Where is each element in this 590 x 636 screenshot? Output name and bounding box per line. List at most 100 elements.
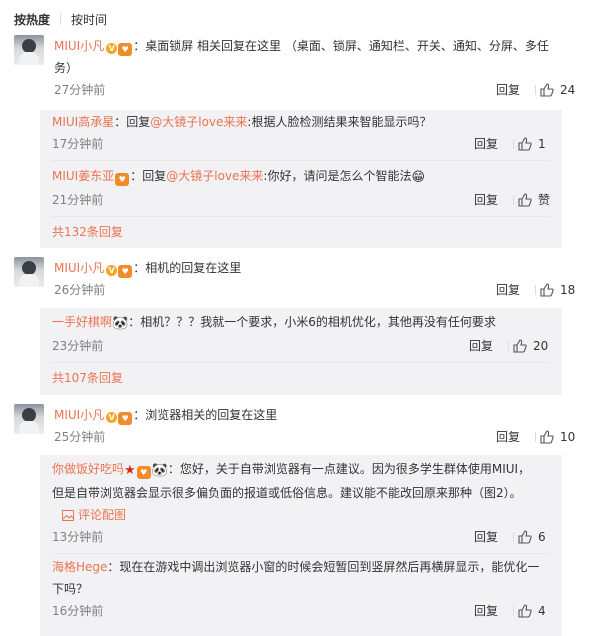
like-button[interactable]: 1 [518,133,546,155]
like-button[interactable]: 18 [540,279,575,301]
thumbs-up-icon [518,137,532,151]
username-link[interactable]: MIUI姜东亚 [52,169,114,183]
reply-body-cont: 下吗？ [52,582,89,596]
sort-by-hot-tab[interactable]: 按热度 [14,11,50,28]
comment-time: 25分钟前 [54,430,106,444]
reply-button[interactable]: 回复 [496,79,520,101]
fan-badge-icon: ♥ [118,265,133,278]
thumbs-up-icon [540,430,554,444]
like-count: 4 [538,604,546,618]
reply-body: :你好，请问是怎么个智能法 [263,169,412,183]
like-count: 18 [560,283,576,297]
comment-time: 27分钟前 [54,83,106,97]
comment-body: ：桌面锁屏 相关回复在这里 （桌面、锁屏、通知栏、开关、通知、分屏、多任 [133,39,549,53]
avatar[interactable] [14,35,44,65]
comment-image-link[interactable]: 评论配图 [52,504,550,526]
username-link[interactable]: MIUI高承星 [52,115,114,129]
reply-button[interactable]: 回复 [474,189,498,211]
username-link[interactable]: MIUI小凡 [54,261,104,275]
thumbs-up-icon [518,193,532,207]
panda-emoji-icon: 🐼 [151,463,168,478]
reply-time: 16分钟前 [52,604,104,618]
like-count: 1 [538,137,546,151]
like-count: 10 [560,430,576,444]
username-link[interactable]: 你做饭好吃吗 [52,462,124,476]
like-label: 赞 [538,193,551,207]
reply-button[interactable]: 回复 [474,133,498,155]
comment-body-cont: 务） [54,61,79,75]
thumbs-up-icon [518,604,532,618]
sort-divider [60,13,62,25]
action-divider [535,432,536,442]
reply-time: 13分钟前 [52,530,104,544]
thumbs-up-icon [518,530,532,544]
reply-item: 一手好棋啊🐼：相机？？？我就一个要求，小米6的相机优化，其他再没有任何要求 23… [40,308,562,357]
reply-body: ：现在在游戏中调出浏览器小窗的时候会短暂回到竖屏然后再横屏显示，能优化一 [107,560,540,574]
verified-icon: V [106,43,118,54]
action-divider [513,195,514,205]
like-button[interactable]: 10 [540,426,575,448]
reply-item: 你做饭好吃吗★ ♥ 🐼：您好，关于自带浏览器有一点建议。因为很多学生群体使用MIUI… [40,455,562,548]
reply-list: 你做饭好吃吗★ ♥ 🐼：您好，关于自带浏览器有一点建议。因为很多学生群体使用MIUI… [40,455,562,636]
comment-image-label: 评论配图 [78,508,127,522]
username-link[interactable]: MIUI小凡 [54,39,104,53]
reply-body: ：相机？？？我就一个要求，小米6的相机优化，其他再没有任何要求 [128,315,496,329]
reply-item: 海格Hege：现在在游戏中调出浏览器小窗的时候会短暂回到竖屏然后再横屏显示，能优… [40,554,562,622]
avatar[interactable] [14,257,44,287]
fan-badge-icon: ♥ [118,412,133,425]
comment-body: ：浏览器相关的回复在这里 [133,408,278,422]
reply-list: 一手好棋啊🐼：相机？？？我就一个要求，小米6的相机优化，其他再没有任何要求 23… [40,308,562,395]
star-badge-icon: ★ [124,463,136,478]
like-button[interactable]: 赞 [518,189,550,211]
reply-time: 23分钟前 [52,339,104,353]
action-divider [508,341,509,351]
sort-tabs: 按热度 按时间 [14,10,107,28]
fan-badge-icon: ♥ [115,173,130,186]
panda-emoji-icon: 🐼 [112,316,129,331]
reply-time: 21分钟前 [52,193,104,207]
reply-body-cont: 但是自带浏览器会显示很多偏负面的报道或低俗信息。建议能不能改回原来那种（图2）。 [52,486,522,500]
reply-button[interactable]: 回复 [474,600,498,622]
reply-item: MIUI高承星：回复@大镜子love来来:根据人脸检测结果来智能显示吗？ 17分… [40,110,562,155]
mention-link[interactable]: @大镜子love来来 [150,115,247,129]
action-divider [535,285,536,295]
reply-prefix: ：回复 [114,115,151,129]
username-link[interactable]: MIUI小凡 [54,408,104,422]
reply-body: :根据人脸检测结果来智能显示吗？ [247,115,432,129]
sort-by-time-tab[interactable]: 按时间 [71,11,107,28]
fan-badge-icon: ♥ [118,43,133,56]
username-link[interactable]: 海格Hege [52,560,107,574]
reply-button[interactable]: 回复 [474,526,498,548]
reply-body: ：您好，关于自带浏览器有一点建议。因为很多学生群体使用MIUI， [167,462,531,476]
like-count: 20 [533,339,549,353]
like-count: 6 [538,530,546,544]
more-replies-link[interactable]: 共107条回复 [40,363,562,395]
like-button[interactable]: 4 [518,600,546,622]
comment-time: 26分钟前 [54,283,106,297]
more-replies-link[interactable]: 共132条回复 [40,217,562,248]
reply-button[interactable]: 回复 [496,279,520,301]
image-icon [62,509,74,521]
thumbs-up-icon [540,83,554,97]
avatar[interactable] [14,404,44,434]
reply-list: MIUI高承星：回复@大镜子love来来:根据人脸检测结果来智能显示吗？ 17分… [40,110,562,248]
action-divider [513,532,514,542]
mention-link[interactable]: @大镜子love来来 [166,169,263,183]
reply-button[interactable]: 回复 [496,426,520,448]
action-divider [535,85,536,95]
username-link[interactable]: 一手好棋啊 [52,315,112,329]
like-count: 24 [560,83,576,97]
grin-emoji-icon: 😁 [411,170,426,185]
reply-button[interactable]: 回复 [469,335,493,357]
reply-prefix: ：回复 [130,169,167,183]
like-button[interactable]: 20 [513,335,548,357]
comment-text: MIUI小凡 V ♥ ：桌面锁屏 相关回复在这里 （桌面、锁屏、通知栏、开关、通知、分… [54,35,576,79]
reply-item: MIUI姜东亚 ♥ ：回复@大镜子love来来:你好，请问是怎么个智能法😁 21分钟… [40,161,562,211]
thumbs-up-icon [513,339,527,353]
like-button[interactable]: 6 [518,526,546,548]
reply-time: 17分钟前 [52,137,104,151]
like-button[interactable]: 24 [540,79,575,101]
action-divider [513,606,514,616]
verified-icon: V [106,265,118,276]
comment-body: ：相机的回复在这里 [133,261,242,275]
